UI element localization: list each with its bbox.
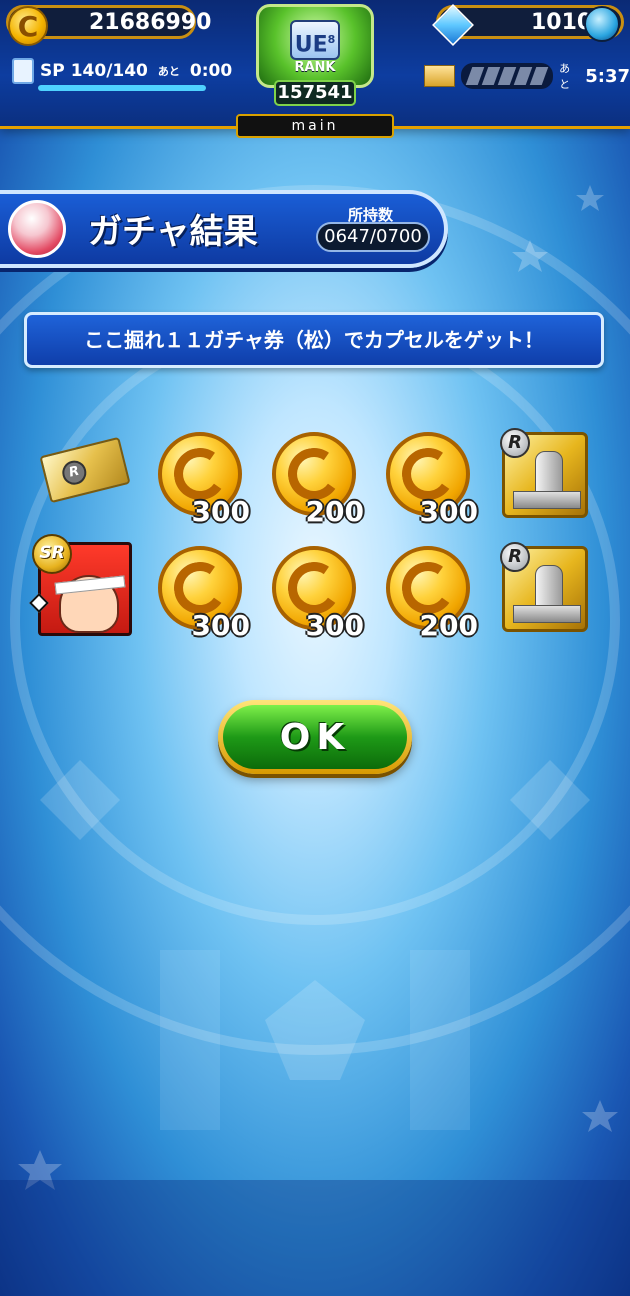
coin-reward-amount: 300: [419, 495, 478, 528]
sp-bar-fill: [38, 85, 206, 91]
coin-icon: C: [8, 6, 48, 46]
ok-button-label: OK: [223, 705, 407, 769]
rank-emblem[interactable]: UE8 RANK 157541: [244, 4, 386, 112]
coin-reward-amount: 300: [191, 495, 250, 528]
coin-reward-amount: 300: [191, 609, 250, 642]
coin-reward-amount: 200: [305, 495, 364, 528]
reward-coin[interactable]: 300: [270, 546, 366, 642]
result-message: ここ掘れ１１ガチャ券（松）でカプセルをゲット！: [24, 312, 604, 368]
reward-coin[interactable]: 300: [156, 546, 252, 642]
coin-reward-amount: 300: [305, 609, 364, 642]
sp-value: 140/140: [70, 61, 148, 81]
reward-trophy[interactable]: R: [500, 542, 598, 642]
rarity-badge: SR: [32, 534, 72, 574]
rarity-badge: R: [500, 428, 530, 458]
sp-card-icon: [12, 58, 34, 84]
rank-badge: UE8: [290, 20, 340, 60]
ticket-rarity-badge: R: [59, 458, 89, 488]
coin-count: 21686990: [89, 9, 212, 35]
reward-ticket[interactable]: R: [39, 432, 136, 528]
sp-timer: 0:00: [189, 61, 233, 81]
reward-coin[interactable]: 300: [156, 432, 252, 528]
rank-badge-sub: 8: [327, 33, 336, 46]
reward-coin[interactable]: 200: [384, 546, 480, 642]
gacha-ticket-icon: R: [39, 436, 131, 504]
sp-remaining-label: あと: [157, 65, 180, 78]
rank-value: 157541: [274, 80, 356, 106]
ok-button[interactable]: OK: [218, 700, 412, 774]
reward-trophy[interactable]: R: [500, 428, 598, 528]
main-tab-label[interactable]: main: [236, 114, 394, 138]
rarity-badge: R: [500, 542, 530, 572]
rank-badge-text: UE: [294, 32, 328, 58]
owned-count-value: 0647/0700: [316, 222, 430, 252]
rank-label: RANK: [294, 60, 336, 75]
sp-status: SP 140/140 あと 0:00: [12, 58, 232, 84]
stamina-dashes: [461, 63, 554, 89]
event-timer: あと 5:37: [424, 60, 630, 92]
timer-remaining-label: あと: [559, 62, 571, 91]
reward-coin[interactable]: 200: [270, 432, 366, 528]
gem-shop-button[interactable]: [584, 6, 620, 42]
reward-coin[interactable]: 300: [384, 432, 480, 528]
sp-label: SP: [40, 61, 65, 81]
reward-character[interactable]: SR: [29, 534, 134, 638]
coin-reward-amount: 200: [419, 609, 478, 642]
ticket-icon: [424, 65, 456, 87]
capsule-icon: [8, 200, 66, 258]
sp-bar: [38, 85, 206, 91]
page-title: ガチャ結果: [88, 212, 258, 252]
timer-value: 5:37: [585, 65, 630, 87]
